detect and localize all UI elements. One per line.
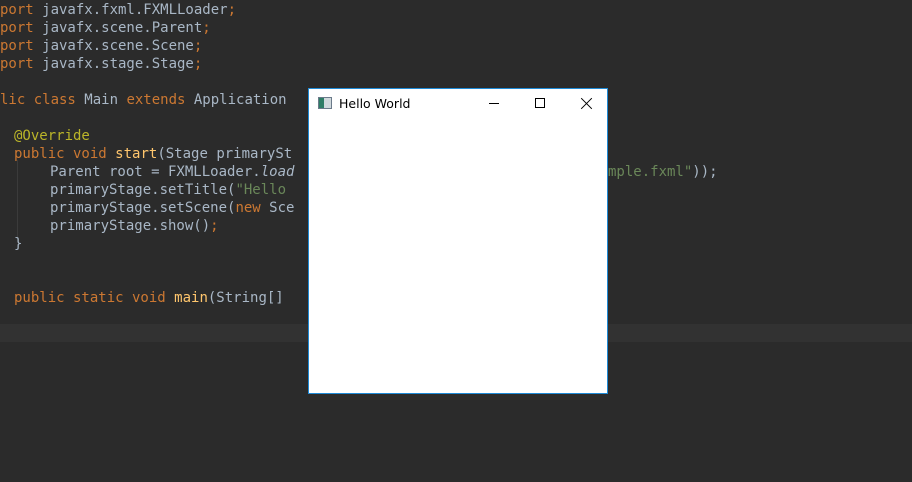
code-text: primaryStage.setTitle(	[50, 182, 236, 198]
annotation: @Override	[14, 128, 90, 144]
code-text: primaryStage.show()	[50, 218, 211, 234]
code-line-parent-root-tail[interactable]: mple.fxml"));	[608, 163, 718, 181]
code-line-import-stage[interactable]: port javafx.stage.Stage;	[0, 55, 202, 73]
keyword: public void	[14, 146, 107, 162]
window-title: Hello World	[339, 96, 411, 111]
code-line-main-declaration[interactable]: public static void main(String[]	[14, 289, 284, 307]
code-text: javafx.stage.Stage	[33, 56, 194, 72]
code-text: javafx.scene.Parent	[33, 20, 203, 36]
minimize-icon	[489, 103, 499, 104]
semicolon: ;	[193, 56, 203, 72]
code-text: }	[14, 236, 23, 252]
code-line-override[interactable]: @Override	[14, 127, 90, 145]
code-text: javafx.scene.Scene	[33, 38, 194, 54]
code-line-set-scene[interactable]: primaryStage.setScene(new Sce	[50, 199, 294, 217]
keyword: extends	[126, 92, 186, 108]
indent-guide	[17, 160, 18, 242]
minimize-button[interactable]	[471, 89, 517, 119]
window-content-area[interactable]	[309, 119, 607, 393]
code-text: Sce	[260, 200, 295, 216]
semicolon: ;	[193, 38, 203, 54]
code-text: (Stage primarySt	[157, 146, 293, 162]
code-text: Application	[185, 92, 287, 108]
hello-world-window[interactable]: Hello World	[308, 88, 608, 394]
code-text: javafx.fxml.FXMLLoader	[33, 2, 228, 18]
code-text: ));	[692, 164, 718, 180]
window-titlebar[interactable]: Hello World	[309, 89, 607, 119]
code-text: primaryStage.setScene(	[50, 200, 236, 216]
keyword: port	[0, 2, 34, 18]
maximize-button[interactable]	[517, 89, 563, 119]
semicolon: ;	[227, 2, 237, 18]
code-text: (String[]	[207, 290, 284, 306]
string-literal: mple.fxml"	[608, 164, 693, 180]
code-line-import-fxmlloader[interactable]: port javafx.fxml.FXMLLoader;	[0, 1, 236, 19]
code-line-show[interactable]: primaryStage.show();	[50, 217, 219, 235]
close-icon	[580, 97, 593, 110]
semicolon: ;	[210, 218, 219, 234]
semicolon: ;	[202, 20, 211, 36]
code-line-import-parent[interactable]: port javafx.scene.Parent;	[0, 19, 211, 37]
keyword: new	[235, 200, 261, 216]
code-line-start-declaration[interactable]: public void start(Stage primarySt	[14, 145, 292, 163]
code-line-class-declaration[interactable]: lic class Main extends Application	[0, 91, 287, 109]
function-name: main	[174, 290, 208, 306]
keyword: public static void	[14, 290, 166, 306]
string-literal: "Hello	[235, 182, 287, 198]
code-line-parent-root[interactable]: Parent root = FXMLLoader.load	[50, 163, 294, 181]
code-line-import-scene[interactable]: port javafx.scene.Scene;	[0, 37, 202, 55]
class-name: Main	[75, 92, 127, 108]
code-line-close-brace[interactable]: }	[14, 235, 22, 253]
keyword: lic class	[0, 92, 76, 108]
keyword: port	[0, 38, 34, 54]
keyword: port	[0, 20, 34, 36]
maximize-icon	[535, 98, 545, 108]
close-button[interactable]	[563, 89, 609, 119]
java-app-icon	[318, 97, 332, 109]
keyword: port	[0, 56, 34, 72]
code-text: Parent root = FXMLLoader.	[50, 164, 261, 180]
method-name: load	[260, 164, 295, 180]
code-line-set-title[interactable]: primaryStage.setTitle("Hello	[50, 181, 286, 199]
function-name: start	[115, 146, 158, 162]
